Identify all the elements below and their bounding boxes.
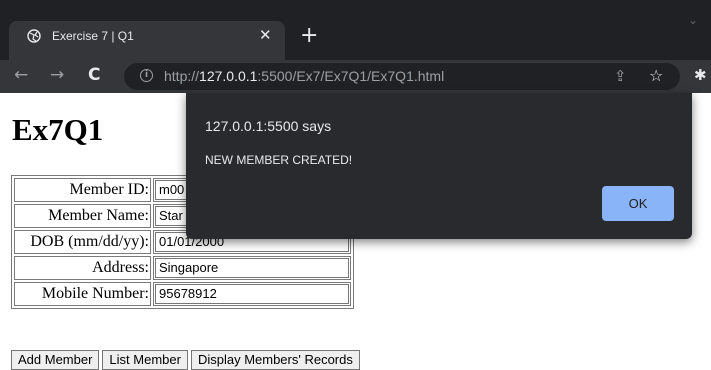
- address-bar[interactable]: i http://127.0.0.1:5500/Ex7/Ex7Q1/Ex7Q1.…: [124, 63, 680, 90]
- info-icon[interactable]: i: [140, 69, 153, 82]
- browser-toolbar: ← → C i http://127.0.0.1:5500/Ex7/Ex7Q1/…: [0, 60, 711, 93]
- dialog-origin: 127.0.0.1:5500 says: [205, 118, 332, 134]
- action-buttons: Add Member List Member Display Members' Re…: [11, 350, 363, 370]
- member-id-label: Member ID:: [14, 178, 151, 202]
- list-member-button[interactable]: List Member: [102, 350, 188, 370]
- mobile-number-input[interactable]: 95678912: [155, 284, 349, 304]
- browser-tab[interactable]: Exercise 7 | Q1 ✕: [9, 21, 285, 60]
- dialog-message: NEW MEMBER CREATED!: [205, 153, 353, 167]
- display-records-button[interactable]: Display Members' Records: [190, 350, 360, 370]
- mobile-number-label: Mobile Number:: [14, 282, 151, 306]
- tab-title: Exercise 7 | Q1: [52, 29, 134, 43]
- star-icon[interactable]: ☆: [649, 64, 663, 88]
- address-label: Address:: [14, 256, 151, 280]
- form-row: Mobile Number: 95678912: [14, 282, 351, 306]
- back-icon[interactable]: ←: [14, 63, 28, 87]
- globe-icon: [27, 29, 41, 43]
- form-row: Address: Singapore: [14, 256, 351, 280]
- ok-button[interactable]: OK: [602, 186, 674, 221]
- browser-tabstrip: Exercise 7 | Q1 ✕ + ⌄: [0, 0, 711, 60]
- close-icon[interactable]: ✕: [259, 26, 272, 44]
- reload-icon[interactable]: C: [88, 63, 100, 87]
- url-text: http://127.0.0.1:5500/Ex7/Ex7Q1/Ex7Q1.ht…: [164, 68, 445, 84]
- page-title: Ex7Q1: [12, 112, 104, 147]
- plus-icon[interactable]: +: [300, 24, 318, 48]
- member-name-label: Member Name:: [14, 204, 151, 228]
- share-icon[interactable]: ⇪: [614, 65, 627, 87]
- alert-dialog: 127.0.0.1:5500 says NEW MEMBER CREATED! …: [186, 93, 692, 239]
- extensions-icon[interactable]: ✱: [694, 64, 707, 86]
- forward-icon[interactable]: →: [50, 63, 64, 87]
- address-input[interactable]: Singapore: [155, 258, 349, 278]
- chevron-down-icon[interactable]: ⌄: [688, 14, 698, 26]
- dob-label: DOB (mm/dd/yy):: [14, 230, 151, 254]
- add-member-button[interactable]: Add Member: [11, 350, 100, 370]
